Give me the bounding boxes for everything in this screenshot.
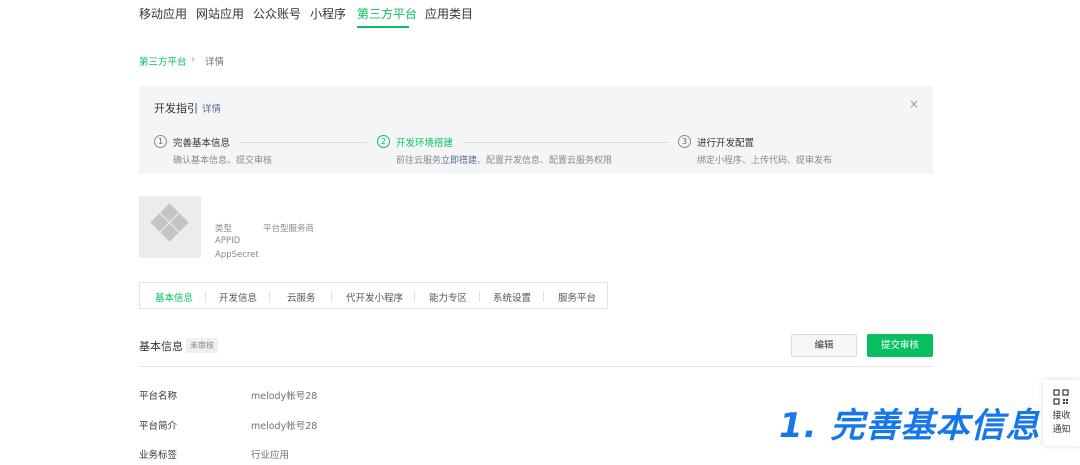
- breadcrumb-separator: ›: [191, 54, 195, 65]
- tab-mobile-apps[interactable]: 移动应用: [139, 5, 187, 22]
- step-1-title: 完善基本信息: [173, 138, 231, 149]
- field-label-business-tags: 业务标签: [139, 450, 178, 461]
- status-badge: 未审核: [186, 338, 218, 353]
- edit-button[interactable]: 编辑: [791, 334, 857, 357]
- step-2-connector: [463, 142, 669, 143]
- step-2-number: 2: [377, 135, 390, 148]
- field-label-platform-intro: 平台简介: [139, 421, 178, 432]
- subtab-basic-info[interactable]: 基本信息: [155, 290, 193, 304]
- step-2-desc-post: 、配置开发信息、配置云服务权限: [477, 156, 613, 166]
- field-value-platform-name: melody帐号28: [251, 391, 318, 402]
- tab-third-party-platform[interactable]: 第三方平台: [357, 5, 417, 22]
- field-label-platform-name: 平台名称: [139, 391, 178, 402]
- step-3-desc: 绑定小程序、上传代码、提审发布: [697, 156, 833, 166]
- guide-title: 开发指引: [154, 102, 198, 115]
- step-2-desc: 前往云服务立即搭建、配置开发信息、配置云服务权限: [396, 153, 612, 166]
- field-value-platform-intro: melody帐号28: [251, 421, 318, 432]
- detail-subtabs: 基本信息 开发信息 云服务 代开发小程序 能力专区 系统设置 服务平台: [139, 282, 608, 309]
- notify-text-line2: 通知: [1052, 425, 1071, 435]
- subtab-service-platform[interactable]: 服务平台: [558, 290, 596, 304]
- top-navigation: 移动应用 网站应用 公众账号 小程序 第三方平台 应用类目: [0, 0, 1080, 28]
- active-tab-indicator: [357, 26, 409, 28]
- subtab-proxy-dev-miniprogram[interactable]: 代开发小程序: [346, 290, 403, 304]
- logo-placeholder-icon: [150, 203, 189, 242]
- breadcrumb-parent-link[interactable]: 第三方平台: [139, 54, 187, 68]
- step-3-title: 进行开发配置: [697, 138, 755, 149]
- tab-official-accounts[interactable]: 公众账号: [253, 5, 301, 22]
- step-1-desc: 确认基本信息、提交审核: [173, 156, 273, 166]
- appid-label: APPID: [215, 236, 241, 246]
- subtab-divider: [414, 291, 415, 302]
- subtab-system-settings[interactable]: 系统设置: [493, 290, 531, 304]
- subtab-capabilities[interactable]: 能力专区: [429, 290, 467, 304]
- submit-review-button[interactable]: 提交审核: [867, 334, 933, 357]
- section-divider: [139, 366, 933, 367]
- step-2-title: 开发环境搭建: [396, 138, 454, 149]
- step-2-desc-pre: 前往云服务: [396, 156, 442, 166]
- qrcode-icon: [1053, 389, 1069, 405]
- field-value-business-tags: 行业应用: [251, 450, 290, 461]
- step-1-connector: [239, 142, 367, 143]
- subtab-divider: [269, 291, 270, 302]
- notify-text-line1: 接收: [1052, 411, 1071, 421]
- subtab-divider: [205, 291, 206, 302]
- type-label: 类型: [215, 224, 233, 234]
- step-annotation-overlay: 1. 完善基本信息: [779, 406, 1041, 446]
- subtab-dev-info[interactable]: 开发信息: [219, 290, 257, 304]
- platform-logo: [139, 196, 201, 258]
- tab-mini-programs[interactable]: 小程序: [310, 5, 346, 22]
- setup-now-link[interactable]: 立即搭建: [441, 156, 477, 166]
- appsecret-label: AppSecret: [215, 250, 259, 260]
- close-icon[interactable]: ×: [909, 97, 919, 111]
- dev-guide-panel: 开发指引 详情 × 1 完善基本信息 确认基本信息、提交审核 2 开发环境搭建 …: [139, 86, 933, 174]
- subtab-cloud-service[interactable]: 云服务: [287, 290, 316, 304]
- subtab-divider: [331, 291, 332, 302]
- step-1-number: 1: [154, 135, 167, 148]
- subtab-divider: [479, 291, 480, 302]
- guide-details-link[interactable]: 详情: [202, 101, 221, 115]
- breadcrumb-current: 详情: [205, 57, 225, 68]
- step-3-number: 3: [678, 135, 691, 148]
- receive-notification-panel[interactable]: 接收 通知: [1043, 380, 1080, 446]
- type-value: 平台型服务商: [263, 224, 315, 234]
- tab-app-categories[interactable]: 应用类目: [425, 5, 473, 22]
- section-title: 基本信息: [139, 340, 183, 353]
- subtab-divider: [543, 291, 544, 302]
- tab-web-apps[interactable]: 网站应用: [196, 5, 244, 22]
